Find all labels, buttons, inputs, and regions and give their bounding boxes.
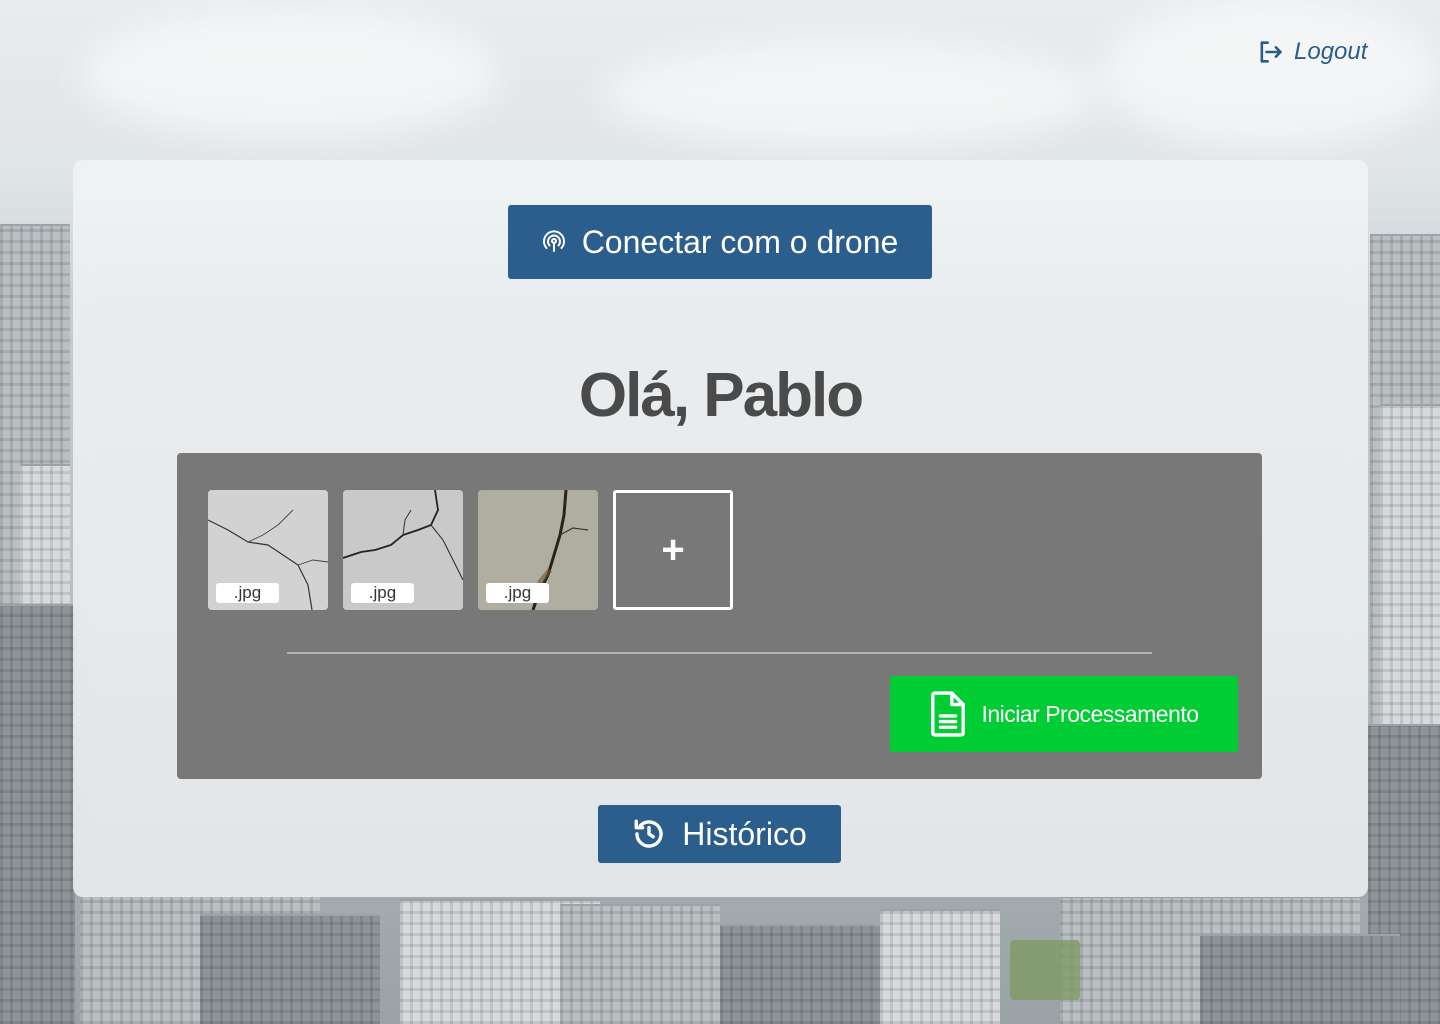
history-icon [634,819,663,848]
logout-link[interactable]: Logout [1256,38,1367,66]
uploaded-image-thumbnail[interactable]: .jpg [208,490,328,610]
broadcast-icon [542,230,565,252]
file-type-tag: .jpg [351,583,414,603]
greeting-heading: Olá, Pablo [578,361,864,430]
history-button[interactable]: Histórico [598,805,841,863]
start-processing-button[interactable]: Iniciar Processamento [890,676,1238,752]
connect-drone-button[interactable]: Conectar com o drone [508,205,932,279]
thumbnail-list: .jpg .jpg .jpg + [208,490,733,610]
history-label: Histórico [682,815,807,852]
file-type-tag: .jpg [216,583,279,603]
divider [287,652,1152,654]
start-processing-label: Iniciar Processamento [981,700,1199,727]
uploaded-image-thumbnail[interactable]: .jpg [478,490,598,610]
main-panel: Conectar com o drone Olá, Pablo .jpg .jp… [73,160,1368,897]
uploaded-image-thumbnail[interactable]: .jpg [343,490,463,610]
document-icon [931,691,966,737]
logout-label: Logout [1294,38,1368,65]
file-type-tag: .jpg [486,583,549,603]
upload-area: .jpg .jpg .jpg + Iniciar Processamento [177,453,1262,779]
add-image-button[interactable]: + [613,490,733,610]
logout-icon [1260,41,1282,63]
plus-icon: + [661,527,685,572]
connect-drone-label: Conectar com o drone [581,223,899,260]
